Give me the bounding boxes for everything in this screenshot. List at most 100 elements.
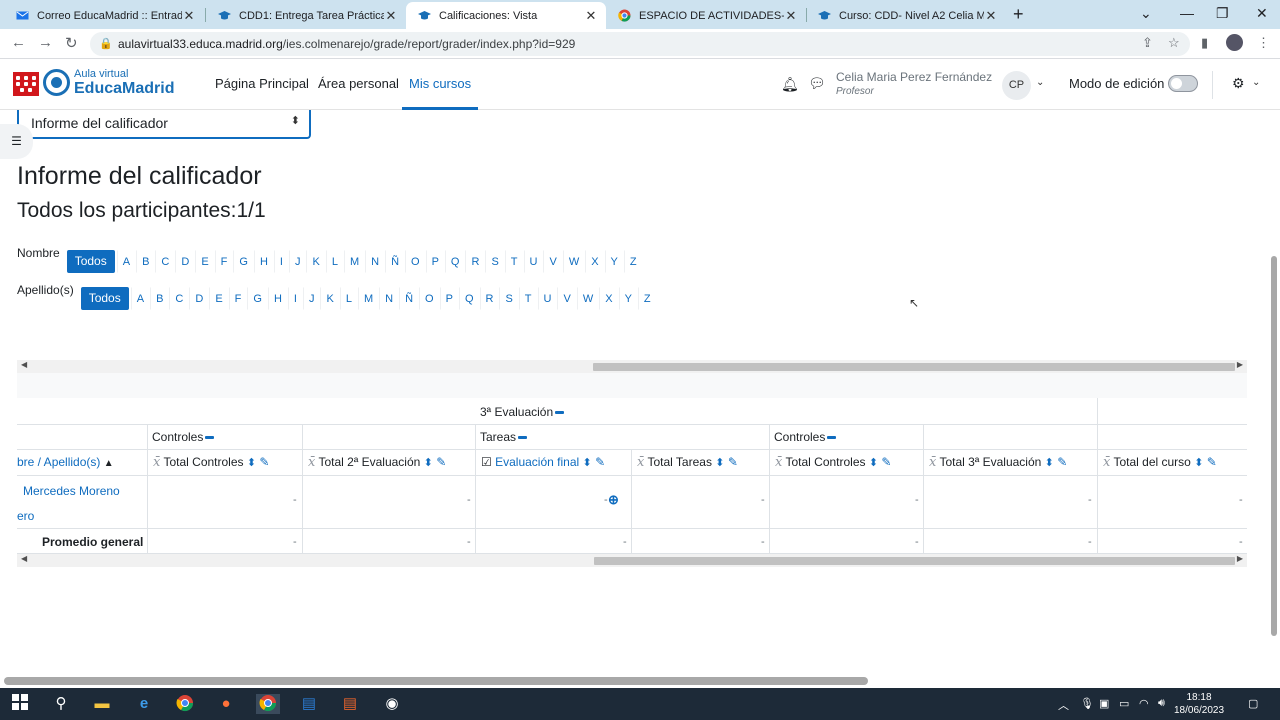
- initials-todos-button[interactable]: Todos: [80, 287, 129, 310]
- column-total-controles-3[interactable]: x̄ Total Controles ⬍ ✎: [775, 455, 921, 470]
- initial-letter-first[interactable]: I: [273, 250, 289, 273]
- grade-cell[interactable]: -: [1088, 494, 1092, 506]
- gear-icon[interactable]: ⚙: [1232, 75, 1245, 92]
- scroll-right-icon[interactable]: ▶: [1237, 360, 1243, 369]
- sort-icon[interactable]: ⬍: [715, 457, 724, 469]
- initial-letter-last[interactable]: R: [479, 287, 500, 310]
- initial-letter-last[interactable]: J: [302, 287, 321, 310]
- initial-letter-first[interactable]: Ñ: [385, 250, 405, 273]
- close-icon[interactable]: ✕: [784, 8, 798, 24]
- initial-letter-first[interactable]: G: [233, 250, 254, 273]
- column-total-tareas[interactable]: x̄ Total Tareas ⬍ ✎: [637, 455, 767, 470]
- column-total-del-curso[interactable]: x̄ Total del curso ⬍ ✎: [1103, 455, 1247, 470]
- initial-letter-last[interactable]: G: [247, 287, 268, 310]
- bookmark-star-icon[interactable]: ☆: [1168, 35, 1180, 51]
- minimize-icon[interactable]: —: [1180, 5, 1194, 21]
- nav-mis-cursos[interactable]: Mis cursos: [402, 76, 479, 110]
- student-name-link[interactable]: Mercedes Moreno: [23, 484, 120, 498]
- edge-icon[interactable]: e: [134, 694, 154, 714]
- microphone-icon[interactable]: 🎙︎: [1080, 697, 1094, 710]
- close-icon[interactable]: ✕: [584, 8, 598, 24]
- collapse-icon[interactable]: [827, 436, 837, 440]
- close-icon[interactable]: ✕: [384, 8, 398, 24]
- tab-curso[interactable]: Curso: CDD- Nivel A2 Celia María ✕: [806, 2, 1006, 29]
- grade-cell[interactable]: -: [467, 494, 471, 506]
- window-close-icon[interactable]: ✕: [1256, 5, 1268, 22]
- educamadrid-logo-icon[interactable]: [43, 69, 70, 96]
- initial-letter-last[interactable]: Q: [458, 287, 480, 310]
- initial-letter-first[interactable]: F: [214, 250, 234, 273]
- chrome-icon[interactable]: [175, 694, 195, 714]
- pencil-icon[interactable]: ✎: [1057, 455, 1067, 469]
- pencil-icon[interactable]: ✎: [1207, 455, 1217, 469]
- page-horizontal-scrollbar[interactable]: [0, 674, 1280, 688]
- initial-letter-first[interactable]: M: [343, 250, 365, 273]
- initial-letter-first[interactable]: J: [288, 250, 307, 273]
- column-total-controles[interactable]: x̄ Total Controles ⬍ ✎: [153, 455, 297, 470]
- pencil-icon[interactable]: ✎: [881, 455, 891, 469]
- edit-mode-toggle[interactable]: [1168, 75, 1198, 92]
- initial-letter-last[interactable]: C: [169, 287, 189, 310]
- grade-cell[interactable]: -: [761, 494, 765, 506]
- initial-letter-first[interactable]: S: [485, 250, 504, 273]
- pencil-icon[interactable]: ✎: [436, 455, 446, 469]
- column-evaluacion-final[interactable]: ☑ Evaluación final ⬍ ✎: [481, 455, 627, 469]
- initial-letter-first[interactable]: T: [504, 250, 524, 273]
- scroll-left-icon[interactable]: ◀: [21, 554, 27, 563]
- collapse-icon[interactable]: [555, 411, 565, 415]
- scrollbar-thumb[interactable]: [594, 557, 1235, 565]
- initial-letter-last[interactable]: U: [537, 287, 558, 310]
- initial-letter-last[interactable]: D: [189, 287, 209, 310]
- scroll-left-icon[interactable]: ◀: [21, 360, 27, 369]
- pencil-icon[interactable]: ✎: [259, 455, 269, 469]
- initial-letter-last[interactable]: P: [439, 287, 459, 310]
- initial-letter-first[interactable]: C: [155, 250, 175, 273]
- initial-letter-first[interactable]: Q: [444, 250, 466, 273]
- tab-espacio[interactable]: ESPACIO DE ACTIVIDADES-TAREA ✕: [606, 2, 806, 29]
- initial-letter-last[interactable]: Z: [637, 287, 657, 310]
- system-clock[interactable]: 18:18 18/06/2023: [1174, 691, 1224, 717]
- scrollbar-thumb[interactable]: [4, 677, 868, 685]
- windows-start-icon[interactable]: [10, 694, 30, 714]
- avatar[interactable]: CP: [1002, 71, 1031, 100]
- initial-letter-last[interactable]: B: [150, 287, 169, 310]
- volume-icon[interactable]: 🔊︎: [1158, 697, 1165, 710]
- initial-letter-first[interactable]: N: [365, 250, 385, 273]
- logo-line2[interactable]: EducaMadrid: [74, 80, 174, 98]
- new-tab-icon[interactable]: +: [1013, 4, 1024, 25]
- close-icon[interactable]: ✕: [182, 8, 196, 24]
- zoom-grade-analysis-icon[interactable]: ⊕: [608, 492, 619, 508]
- sort-icon[interactable]: ⬍: [1045, 457, 1054, 469]
- tray-chevron-icon[interactable]: ︿: [1058, 697, 1069, 713]
- initial-letter-first[interactable]: U: [523, 250, 544, 273]
- course-index-toggle[interactable]: ☰: [0, 124, 33, 159]
- close-icon[interactable]: ✕: [984, 8, 998, 24]
- back-icon[interactable]: ←: [11, 34, 26, 51]
- firefox-icon[interactable]: ●: [216, 694, 236, 714]
- forward-icon[interactable]: →: [38, 34, 53, 51]
- page-vertical-scrollbar[interactable]: [1271, 256, 1277, 636]
- sort-icon[interactable]: ⬍: [583, 457, 592, 469]
- side-panel-icon[interactable]: ▮: [1201, 35, 1208, 51]
- category-tareas[interactable]: Tareas: [480, 430, 528, 444]
- initial-letter-last[interactable]: K: [320, 287, 339, 310]
- tab-calificaciones[interactable]: Calificaciones: Vista ✕: [406, 2, 606, 29]
- initial-letter-first[interactable]: L: [325, 250, 344, 273]
- tab-correo[interactable]: Correo EducaMadrid :: Entrada ✕: [4, 2, 204, 29]
- initial-letter-first[interactable]: H: [253, 250, 274, 273]
- grader-scrollbar-bottom[interactable]: ◀ ▶: [17, 554, 1247, 567]
- initial-letter-last[interactable]: Y: [618, 287, 638, 310]
- scroll-right-icon[interactable]: ▶: [1237, 554, 1243, 563]
- initial-letter-first[interactable]: X: [585, 250, 604, 273]
- profile-avatar-icon[interactable]: [1226, 34, 1243, 51]
- reload-icon[interactable]: ↻: [65, 34, 78, 52]
- grade-cell[interactable]: -: [1239, 494, 1243, 506]
- wifi-icon[interactable]: ◠: [1139, 697, 1149, 710]
- initial-letter-last[interactable]: L: [339, 287, 358, 310]
- notifications-icon[interactable]: ▢: [1248, 697, 1258, 710]
- nav-pagina-principal[interactable]: Página Principal: [215, 76, 309, 91]
- sort-name-header[interactable]: bre / Apellido(s) ▲: [17, 455, 114, 469]
- tray-app-icon[interactable]: ▣: [1099, 697, 1109, 710]
- initial-letter-last[interactable]: N: [379, 287, 399, 310]
- initial-letter-first[interactable]: O: [405, 250, 426, 273]
